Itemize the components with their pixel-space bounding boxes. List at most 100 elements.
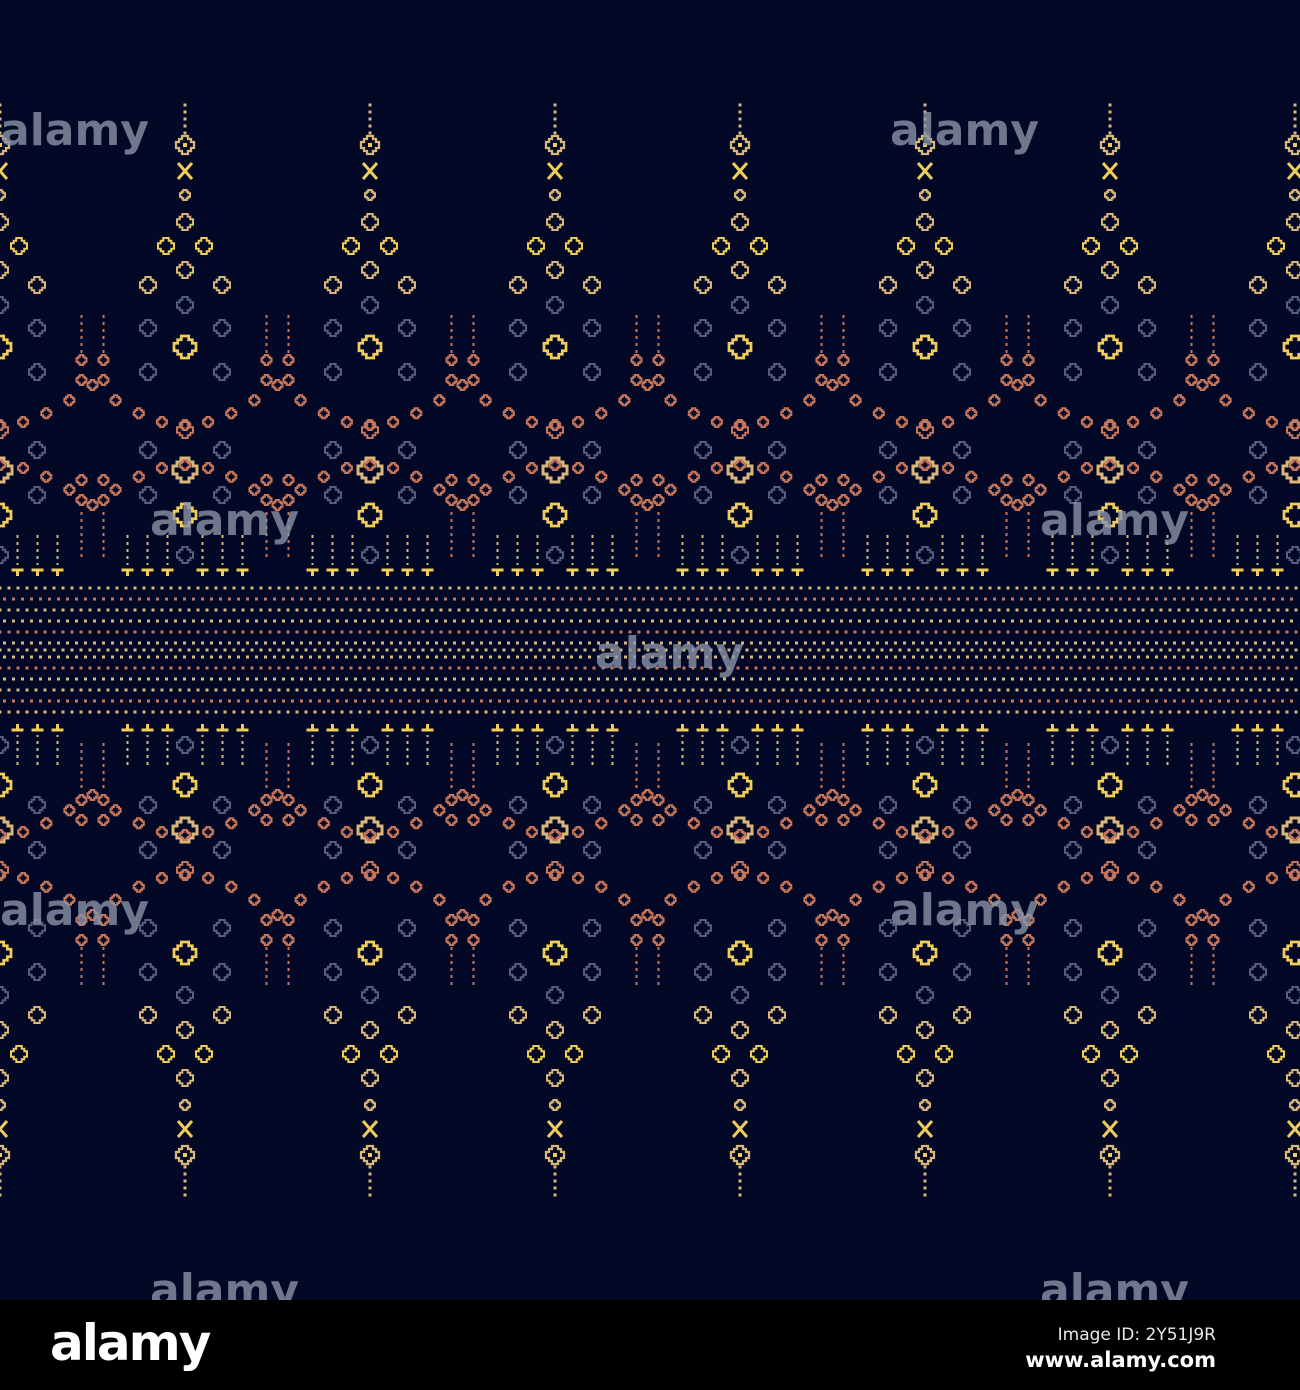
dot	[553, 117, 557, 121]
dot	[1128, 655, 1131, 659]
dot	[228, 655, 231, 659]
dot	[583, 688, 587, 692]
dot	[246, 597, 249, 601]
dot	[1204, 710, 1208, 714]
dot	[340, 586, 344, 590]
dot	[93, 641, 96, 645]
dot	[988, 630, 992, 634]
dot	[1123, 648, 1127, 652]
dot	[214, 586, 218, 590]
dot	[1281, 597, 1284, 601]
dot	[385, 710, 389, 714]
dot	[1227, 641, 1230, 645]
dot	[111, 641, 114, 645]
dot	[1051, 688, 1055, 692]
dot	[268, 648, 272, 652]
dot	[39, 641, 42, 645]
dot	[291, 655, 294, 659]
dot	[907, 608, 911, 612]
dot	[448, 586, 452, 590]
dot	[115, 710, 119, 714]
dot	[939, 619, 942, 623]
dot	[1146, 677, 1149, 681]
dot	[417, 699, 420, 703]
dot	[39, 655, 42, 659]
dot	[1276, 688, 1280, 692]
dot	[237, 619, 240, 623]
dot	[849, 677, 852, 681]
dot	[1159, 688, 1163, 692]
dot	[1074, 619, 1077, 623]
dot	[738, 103, 742, 107]
dot	[1182, 699, 1185, 703]
dot	[151, 608, 155, 612]
dot	[444, 641, 447, 645]
dot	[12, 619, 15, 623]
dot	[1065, 677, 1068, 681]
dot	[502, 648, 506, 652]
dot	[547, 608, 551, 612]
dot	[475, 666, 479, 670]
dot	[1222, 648, 1226, 652]
dot	[349, 608, 353, 612]
dot	[259, 630, 263, 634]
dot	[331, 710, 335, 714]
dot	[1033, 710, 1037, 714]
dot	[1069, 608, 1073, 612]
dot	[511, 648, 515, 652]
dot	[925, 608, 929, 612]
dot	[1168, 630, 1172, 634]
dot	[183, 597, 186, 601]
dot	[1119, 641, 1122, 645]
dot	[57, 597, 60, 601]
dot	[358, 608, 362, 612]
dot	[147, 655, 150, 659]
dot	[160, 688, 164, 692]
dot	[646, 586, 650, 590]
dot	[858, 699, 861, 703]
dot	[1182, 597, 1185, 601]
dot	[511, 586, 515, 590]
dot	[738, 1179, 742, 1183]
dot	[313, 666, 317, 670]
dot	[363, 597, 366, 601]
dot	[124, 630, 128, 634]
dot	[831, 641, 834, 645]
footer-bar: alamy Image ID: 2Y51J9R www.alamy.com	[0, 1300, 1300, 1390]
dot	[624, 619, 627, 623]
dot	[1105, 608, 1109, 612]
dot	[1137, 699, 1140, 703]
dot	[88, 688, 92, 692]
dot	[655, 586, 659, 590]
dot	[1096, 608, 1100, 612]
dot	[84, 619, 87, 623]
dot	[867, 641, 870, 645]
dot	[1155, 619, 1158, 623]
dot	[282, 641, 285, 645]
dot	[349, 630, 353, 634]
dot	[547, 688, 551, 692]
dot	[1069, 710, 1073, 714]
dot	[804, 619, 807, 623]
dot	[97, 710, 101, 714]
dot	[619, 586, 623, 590]
dot	[907, 630, 911, 634]
dot	[115, 648, 119, 652]
dot	[0, 630, 2, 634]
dot	[718, 710, 722, 714]
dot	[520, 608, 524, 612]
dot	[862, 710, 866, 714]
dot	[822, 597, 825, 601]
dot	[376, 586, 380, 590]
dot	[871, 688, 875, 692]
dot	[781, 648, 785, 652]
dot	[273, 699, 276, 703]
dot	[790, 688, 794, 692]
dot	[1011, 655, 1014, 659]
dot	[781, 608, 785, 612]
dot	[259, 666, 263, 670]
dot	[923, 1179, 927, 1183]
dot	[106, 666, 110, 670]
dot	[1065, 597, 1068, 601]
dot	[93, 655, 96, 659]
